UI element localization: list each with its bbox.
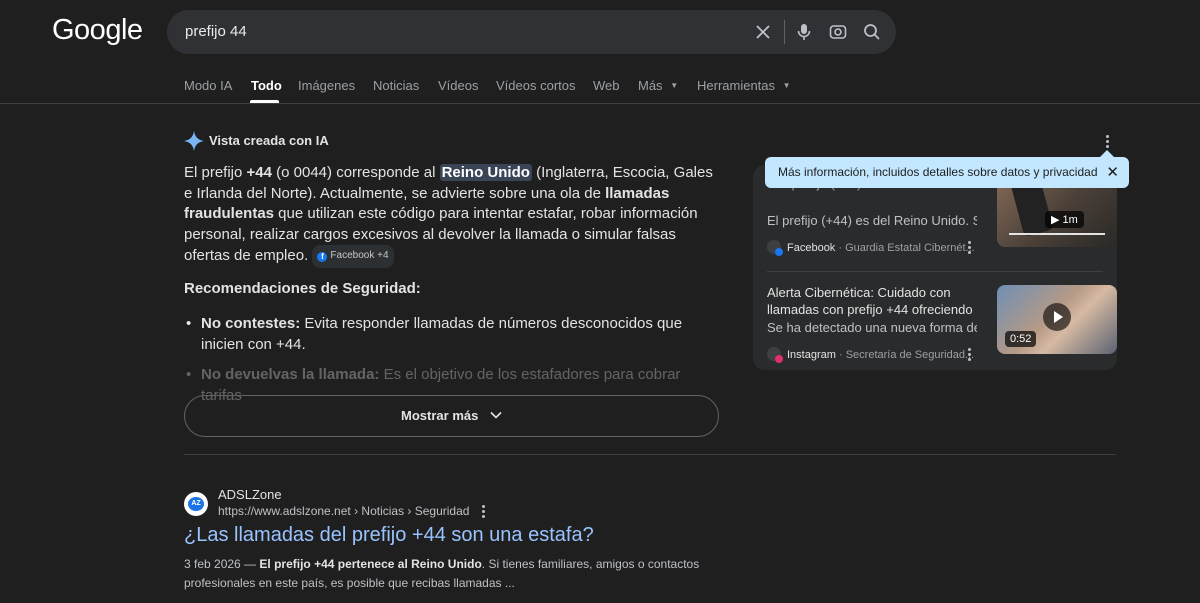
card-source: Facebook · Guardia Estatal Cibernét...	[767, 240, 975, 256]
search-input[interactable]: prefijo 44	[185, 23, 247, 40]
microphone-icon[interactable]	[794, 22, 814, 42]
video-duration-badge: 0:52	[1005, 331, 1037, 347]
tab-web[interactable]: Web	[593, 78, 620, 93]
text-span: El prefijo	[184, 164, 247, 181]
tab-modo-ia[interactable]: Modo IA	[184, 78, 232, 93]
source-org: Secretaría de Seguridad...	[845, 349, 975, 361]
bullet-bold: No devuelvas la llamada:	[201, 366, 380, 383]
card-title: Alerta Cibernética: Cuidado con llamadas…	[767, 285, 973, 317]
gemini-sparkle-icon	[184, 131, 204, 151]
result-url-text: https://www.adslzone.net › Noticias › Se…	[218, 504, 470, 518]
snippet-bold: El prefijo +44 pertenece al Reino Unido	[259, 557, 482, 571]
search-divider	[784, 20, 785, 44]
section-divider	[184, 454, 1116, 455]
close-icon[interactable]: ✕	[1106, 163, 1119, 181]
card-snippet: Se ha detectado una nueva forma de...	[767, 320, 977, 335]
adslzone-logo-icon: AZ	[188, 497, 204, 511]
more-options-icon[interactable]	[1106, 135, 1110, 150]
tab-imagenes[interactable]: Imágenes	[298, 78, 355, 93]
chevron-down-icon	[490, 411, 502, 419]
card-source: Instagram · Secretaría de Seguridad...	[767, 347, 975, 363]
result-date: 3 feb 2026 —	[184, 557, 260, 571]
tab-todo[interactable]: Todo	[251, 78, 282, 93]
result-site-name[interactable]: ADSLZone	[218, 487, 282, 502]
show-more-label: Mostrar más	[401, 408, 479, 423]
search-bar[interactable]: prefijo 44	[167, 10, 896, 54]
dropdown-arrow-icon: ▼	[670, 81, 679, 90]
header-divider	[0, 103, 1200, 104]
source-org: Guardia Estatal Cibernét...	[845, 242, 975, 254]
tab-mas-label: Más	[638, 78, 663, 93]
tab-noticias[interactable]: Noticias	[373, 78, 419, 93]
text-span: (o 0044) corresponde al	[271, 164, 440, 181]
lens-icon[interactable]	[828, 22, 848, 42]
tab-videos[interactable]: Vídeos	[438, 78, 478, 93]
source-chip-label: Facebook +4	[330, 250, 389, 262]
duration-text: 1m	[1062, 214, 1078, 226]
tab-mas[interactable]: Más ▼	[638, 78, 678, 93]
play-icon	[1043, 303, 1071, 331]
ai-overview-heading: Vista creada con IA	[209, 133, 329, 148]
result-title-link[interactable]: ¿Las llamadas del prefijo +44 son una es…	[184, 524, 594, 547]
clear-icon[interactable]	[753, 22, 773, 42]
bold-span: +44	[246, 164, 272, 181]
dropdown-arrow-icon: ▼	[782, 81, 791, 90]
tools-menu[interactable]: Herramientas ▼	[697, 78, 791, 93]
tools-menu-label: Herramientas	[697, 78, 776, 93]
search-icon[interactable]	[862, 22, 882, 42]
card-snippet: El prefijo (+44) es del Reino Unido. S..…	[767, 213, 977, 228]
video-duration-badge: ▶ 1m	[1045, 211, 1084, 228]
more-options-icon[interactable]	[482, 505, 486, 520]
section-title: Recomendaciones de Seguridad:	[184, 280, 421, 297]
ai-overview-paragraph: El prefijo +44 (o 0044) corresponde al R…	[184, 163, 714, 268]
source-name: Facebook	[787, 242, 836, 254]
tab-videos-cortos[interactable]: Vídeos cortos	[496, 78, 576, 93]
instagram-icon	[767, 347, 783, 363]
bullet-bold: No contestes:	[201, 315, 301, 332]
more-options-icon[interactable]	[968, 241, 972, 256]
tooltip-text: Más información, incluidos detalles sobr…	[778, 165, 1098, 179]
video-thumbnail[interactable]: 0:52	[997, 285, 1117, 354]
facebook-icon: f	[317, 252, 328, 263]
more-options-icon[interactable]	[968, 348, 972, 363]
card-divider	[767, 271, 1103, 272]
privacy-tooltip: Más información, incluidos detalles sobr…	[765, 150, 1129, 188]
source-chip[interactable]: f Facebook +4	[312, 245, 394, 268]
highlighted-term[interactable]: Reino Unido	[439, 164, 532, 181]
result-url[interactable]: https://www.adslzone.net › Noticias › Se…	[218, 504, 469, 518]
result-snippet: 3 feb 2026 — El prefijo +44 pertenece al…	[184, 555, 724, 593]
facebook-icon	[767, 240, 783, 256]
source-name: Instagram	[787, 349, 836, 361]
source-card-instagram[interactable]: Alerta Cibernética: Cuidado con llamadas…	[767, 283, 1117, 370]
video-sources-card: con prefijo (+44) del Reino Unido ... El…	[753, 165, 1117, 370]
google-logo[interactable]: Google	[52, 14, 143, 47]
show-more-button[interactable]: Mostrar más	[184, 395, 719, 437]
site-favicon[interactable]: AZ	[184, 492, 208, 516]
